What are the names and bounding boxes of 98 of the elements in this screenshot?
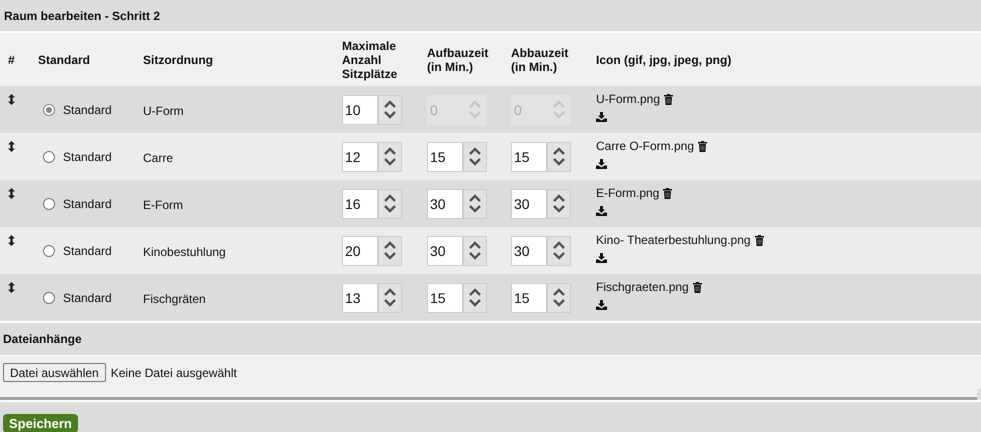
- stepper-buttons[interactable]: [463, 282, 487, 312]
- column-header: Sitzordnung: [142, 52, 214, 66]
- trash-icon[interactable]: [754, 234, 764, 246]
- chevron-up-icon[interactable]: [553, 241, 565, 249]
- drag-handle-icon[interactable]: [8, 282, 15, 293]
- stepper-buttons[interactable]: [378, 94, 402, 124]
- section-title: Dateianhänge: [3, 332, 82, 346]
- chevron-down-icon[interactable]: [384, 299, 396, 307]
- chevron-up-icon[interactable]: [384, 147, 396, 155]
- file-name: Fischgraeten.png: [596, 280, 689, 294]
- table-cell-text: E-Form: [143, 196, 183, 212]
- number-field[interactable]: 15: [511, 282, 547, 312]
- chevron-up-icon[interactable]: [469, 288, 481, 296]
- chevron-up-icon[interactable]: [469, 194, 481, 202]
- stepper-buttons[interactable]: [463, 236, 487, 266]
- file-status: Keine Datei ausgewählt: [110, 366, 237, 380]
- column-header: Standard: [37, 52, 92, 66]
- number-field[interactable]: 13: [342, 282, 378, 312]
- radio-label: Standard: [63, 244, 112, 258]
- stepper-buttons[interactable]: [378, 188, 402, 218]
- download-icon[interactable]: [596, 206, 607, 216]
- chevron-up-icon[interactable]: [553, 147, 565, 155]
- download-icon[interactable]: [596, 159, 607, 169]
- radio-label: Standard: [63, 102, 112, 116]
- chevron-up-icon[interactable]: [384, 241, 396, 249]
- choose-file-button[interactable]: Datei auswählen: [3, 363, 106, 382]
- radio-button[interactable]: [43, 150, 55, 162]
- stepper-buttons[interactable]: [463, 188, 487, 218]
- radio-label: Standard: [63, 150, 112, 164]
- number-field[interactable]: 15: [511, 142, 547, 172]
- chevron-down-icon[interactable]: [384, 205, 396, 213]
- number-field[interactable]: 12: [342, 142, 378, 172]
- chevron-up-icon[interactable]: [553, 194, 565, 202]
- column-header: Icon (gif, jpg, jpeg, png): [595, 52, 732, 66]
- radio-label: Standard: [63, 196, 112, 210]
- stepper-buttons[interactable]: [463, 142, 487, 172]
- drag-handle-icon[interactable]: [8, 141, 15, 152]
- file-name: Kino- Theaterbestuhlung.png: [596, 233, 751, 247]
- table-cell-text: U-Form: [143, 102, 184, 118]
- file-name: Carre O-Form.png: [596, 139, 694, 153]
- radio-button[interactable]: [43, 292, 55, 304]
- table-cell-text: Fischgräten: [143, 290, 206, 306]
- chevron-down-icon[interactable]: [469, 205, 481, 213]
- chevron-down-icon[interactable]: [469, 158, 481, 166]
- radio-button[interactable]: [43, 198, 55, 210]
- chevron-up-icon[interactable]: [384, 288, 396, 296]
- number-field[interactable]: 20: [342, 236, 378, 266]
- stepper-buttons[interactable]: [378, 282, 402, 312]
- radio-button[interactable]: [43, 104, 55, 116]
- number-field[interactable]: 30: [427, 236, 463, 266]
- chevron-up-icon[interactable]: [384, 194, 396, 202]
- chevron-up-icon[interactable]: [384, 100, 396, 108]
- trash-icon[interactable]: [664, 94, 674, 104]
- trash-icon[interactable]: [698, 140, 708, 152]
- chevron-down-icon[interactable]: [553, 158, 565, 166]
- chevron-down-icon[interactable]: [469, 252, 481, 260]
- download-icon[interactable]: [596, 112, 607, 122]
- chevron-up-icon[interactable]: [469, 147, 481, 155]
- stepper-buttons[interactable]: [378, 142, 402, 172]
- download-icon[interactable]: [596, 300, 607, 310]
- number-field[interactable]: 30: [427, 188, 463, 218]
- chevron-down-icon[interactable]: [553, 252, 565, 260]
- drag-handle-icon[interactable]: [8, 94, 15, 105]
- drag-handle-icon[interactable]: [8, 188, 15, 199]
- trash-icon[interactable]: [663, 188, 672, 198]
- save-button[interactable]: Speichern: [3, 414, 78, 432]
- chevron-down-icon[interactable]: [384, 158, 396, 166]
- number-field[interactable]: 15: [427, 282, 463, 312]
- chevron-down-icon[interactable]: [553, 205, 565, 213]
- chevron-down-icon[interactable]: [384, 252, 396, 260]
- stepper-buttons[interactable]: [547, 142, 571, 172]
- column-header: Abbauzeit (in Min.): [510, 46, 570, 74]
- stepper-buttons[interactable]: [547, 236, 571, 266]
- radio-label: Standard: [63, 290, 112, 304]
- file-name: U-Form.png: [596, 92, 660, 106]
- file-name: E-Form.png: [596, 186, 660, 200]
- chevron-up-icon[interactable]: [469, 241, 481, 249]
- number-field[interactable]: 16: [342, 188, 378, 218]
- chevron-up-icon[interactable]: [553, 288, 565, 296]
- number-field[interactable]: 15: [427, 142, 463, 172]
- number-field[interactable]: 30: [511, 188, 547, 218]
- column-header: Maximale Anzahl Sitzplätze: [341, 38, 398, 80]
- stepper-buttons[interactable]: [547, 188, 571, 218]
- table-cell-text: Kinobestuhlung: [143, 244, 226, 258]
- stepper-buttons[interactable]: [378, 236, 402, 266]
- drag-handle-icon[interactable]: [8, 235, 15, 246]
- column-header: Aufbauzeit (in Min.): [426, 46, 490, 74]
- column-header: #: [7, 52, 16, 66]
- chevron-down-icon[interactable]: [469, 299, 481, 307]
- number-field[interactable]: 30: [511, 236, 547, 266]
- stepper-buttons[interactable]: [547, 282, 571, 312]
- radio-button[interactable]: [43, 244, 55, 256]
- download-icon[interactable]: [596, 253, 607, 263]
- chevron-down-icon[interactable]: [553, 299, 565, 307]
- number-field[interactable]: 10: [342, 94, 378, 124]
- table-cell-text: Carre: [143, 150, 174, 164]
- trash-icon[interactable]: [692, 282, 702, 292]
- chevron-down-icon[interactable]: [384, 111, 396, 119]
